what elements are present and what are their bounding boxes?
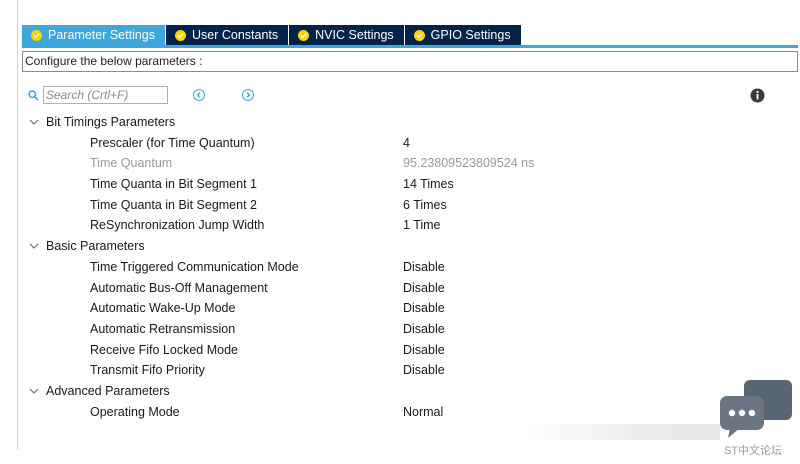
config-description: Configure the below parameters : xyxy=(22,51,798,72)
param-row[interactable]: Time Triggered Communication Mode Disabl… xyxy=(28,257,798,278)
param-row[interactable]: Time Quanta in Bit Segment 2 6 Times xyxy=(28,195,798,216)
group-label: Bit Timings Parameters xyxy=(46,115,176,129)
param-value: Normal xyxy=(403,404,444,419)
watermark-text: ST中文论坛 xyxy=(724,445,783,457)
bottom-fade xyxy=(520,424,720,440)
param-name: Time Triggered Communication Mode xyxy=(90,259,299,274)
param-value: Disable xyxy=(403,259,445,274)
param-value: Disable xyxy=(403,321,445,336)
param-row[interactable]: Automatic Retransmission Disable xyxy=(28,319,798,340)
info-icon[interactable] xyxy=(750,88,765,103)
check-circle-icon xyxy=(175,29,186,41)
search-icon xyxy=(28,90,39,101)
tab-nvic-settings[interactable]: NVIC Settings xyxy=(289,25,405,45)
tab-label: Parameter Settings xyxy=(48,28,155,42)
tab-label: GPIO Settings xyxy=(430,28,511,42)
param-name: Time Quanta in Bit Segment 2 xyxy=(90,197,257,212)
param-row[interactable]: ReSynchronization Jump Width 1 Time xyxy=(28,215,798,236)
parameter-tree: Bit Timings Parameters Prescaler (for Ti… xyxy=(28,112,798,422)
chat-bubble-icon xyxy=(720,380,792,438)
param-name: Operating Mode xyxy=(90,404,180,419)
group-label: Basic Parameters xyxy=(46,239,145,254)
param-name: ReSynchronization Jump Width xyxy=(90,218,265,233)
tab-underline xyxy=(22,45,798,48)
param-name: Receive Fifo Locked Mode xyxy=(90,342,238,357)
param-value: 4 xyxy=(403,135,410,150)
param-value: Disable xyxy=(403,301,445,316)
chevron-down-icon xyxy=(29,388,39,394)
param-name: Transmit Fifo Priority xyxy=(90,363,205,378)
search-input[interactable] xyxy=(43,86,168,104)
group-basic-parameters[interactable]: Basic Parameters xyxy=(28,236,798,257)
param-row[interactable]: Transmit Fifo Priority Disable xyxy=(28,360,798,381)
param-name: Time Quantum xyxy=(90,156,173,171)
param-name: Automatic Wake-Up Mode xyxy=(90,301,236,316)
param-row[interactable]: Operating Mode Normal xyxy=(28,402,798,423)
tab-gpio-settings[interactable]: GPIO Settings xyxy=(404,25,522,45)
tab-bar: Parameter Settings User Constants NVIC S… xyxy=(22,25,522,45)
param-name: Automatic Bus-Off Management xyxy=(90,280,268,295)
param-name: Prescaler (for Time Quantum) xyxy=(90,135,255,150)
param-value: 14 Times xyxy=(403,177,454,192)
check-circle-icon xyxy=(298,29,310,41)
tab-user-constants[interactable]: User Constants xyxy=(166,25,290,45)
param-name: Time Quanta in Bit Segment 1 xyxy=(90,177,257,192)
param-row[interactable]: Time Quantum 95.23809523809524 ns xyxy=(28,153,798,174)
configuration-panel: Parameter Settings User Constants NVIC S… xyxy=(17,0,800,450)
param-value: 1 Time xyxy=(403,218,441,233)
chevron-down-icon xyxy=(29,119,39,125)
tab-parameter-settings[interactable]: Parameter Settings xyxy=(22,25,166,45)
param-row[interactable]: Time Quanta in Bit Segment 1 14 Times xyxy=(28,174,798,195)
param-row[interactable]: Prescaler (for Time Quantum) 4 xyxy=(28,133,798,154)
param-value: Disable xyxy=(403,280,445,295)
param-row[interactable]: Automatic Bus-Off Management Disable xyxy=(28,278,798,299)
param-row[interactable]: Receive Fifo Locked Mode Disable xyxy=(28,340,798,361)
param-value: 6 Times xyxy=(403,197,447,212)
search-toolbar xyxy=(28,86,798,108)
param-value: Disable xyxy=(403,342,445,357)
param-row[interactable]: Automatic Wake-Up Mode Disable xyxy=(28,298,798,319)
group-bit-timings[interactable]: Bit Timings Parameters xyxy=(28,112,798,133)
check-circle-icon xyxy=(413,29,425,41)
check-circle-icon xyxy=(31,29,42,41)
next-arrow-icon[interactable] xyxy=(242,89,254,101)
group-advanced-parameters[interactable]: Advanced Parameters xyxy=(28,381,798,402)
param-value: 95.23809523809524 ns xyxy=(403,156,535,171)
param-name: Automatic Retransmission xyxy=(90,321,236,336)
previous-arrow-icon[interactable] xyxy=(193,89,205,101)
group-label: Advanced Parameters xyxy=(46,383,170,398)
tab-label: NVIC Settings xyxy=(315,28,394,42)
chevron-down-icon xyxy=(29,243,39,249)
param-value: Disable xyxy=(403,363,445,378)
tab-label: User Constants xyxy=(192,28,279,42)
